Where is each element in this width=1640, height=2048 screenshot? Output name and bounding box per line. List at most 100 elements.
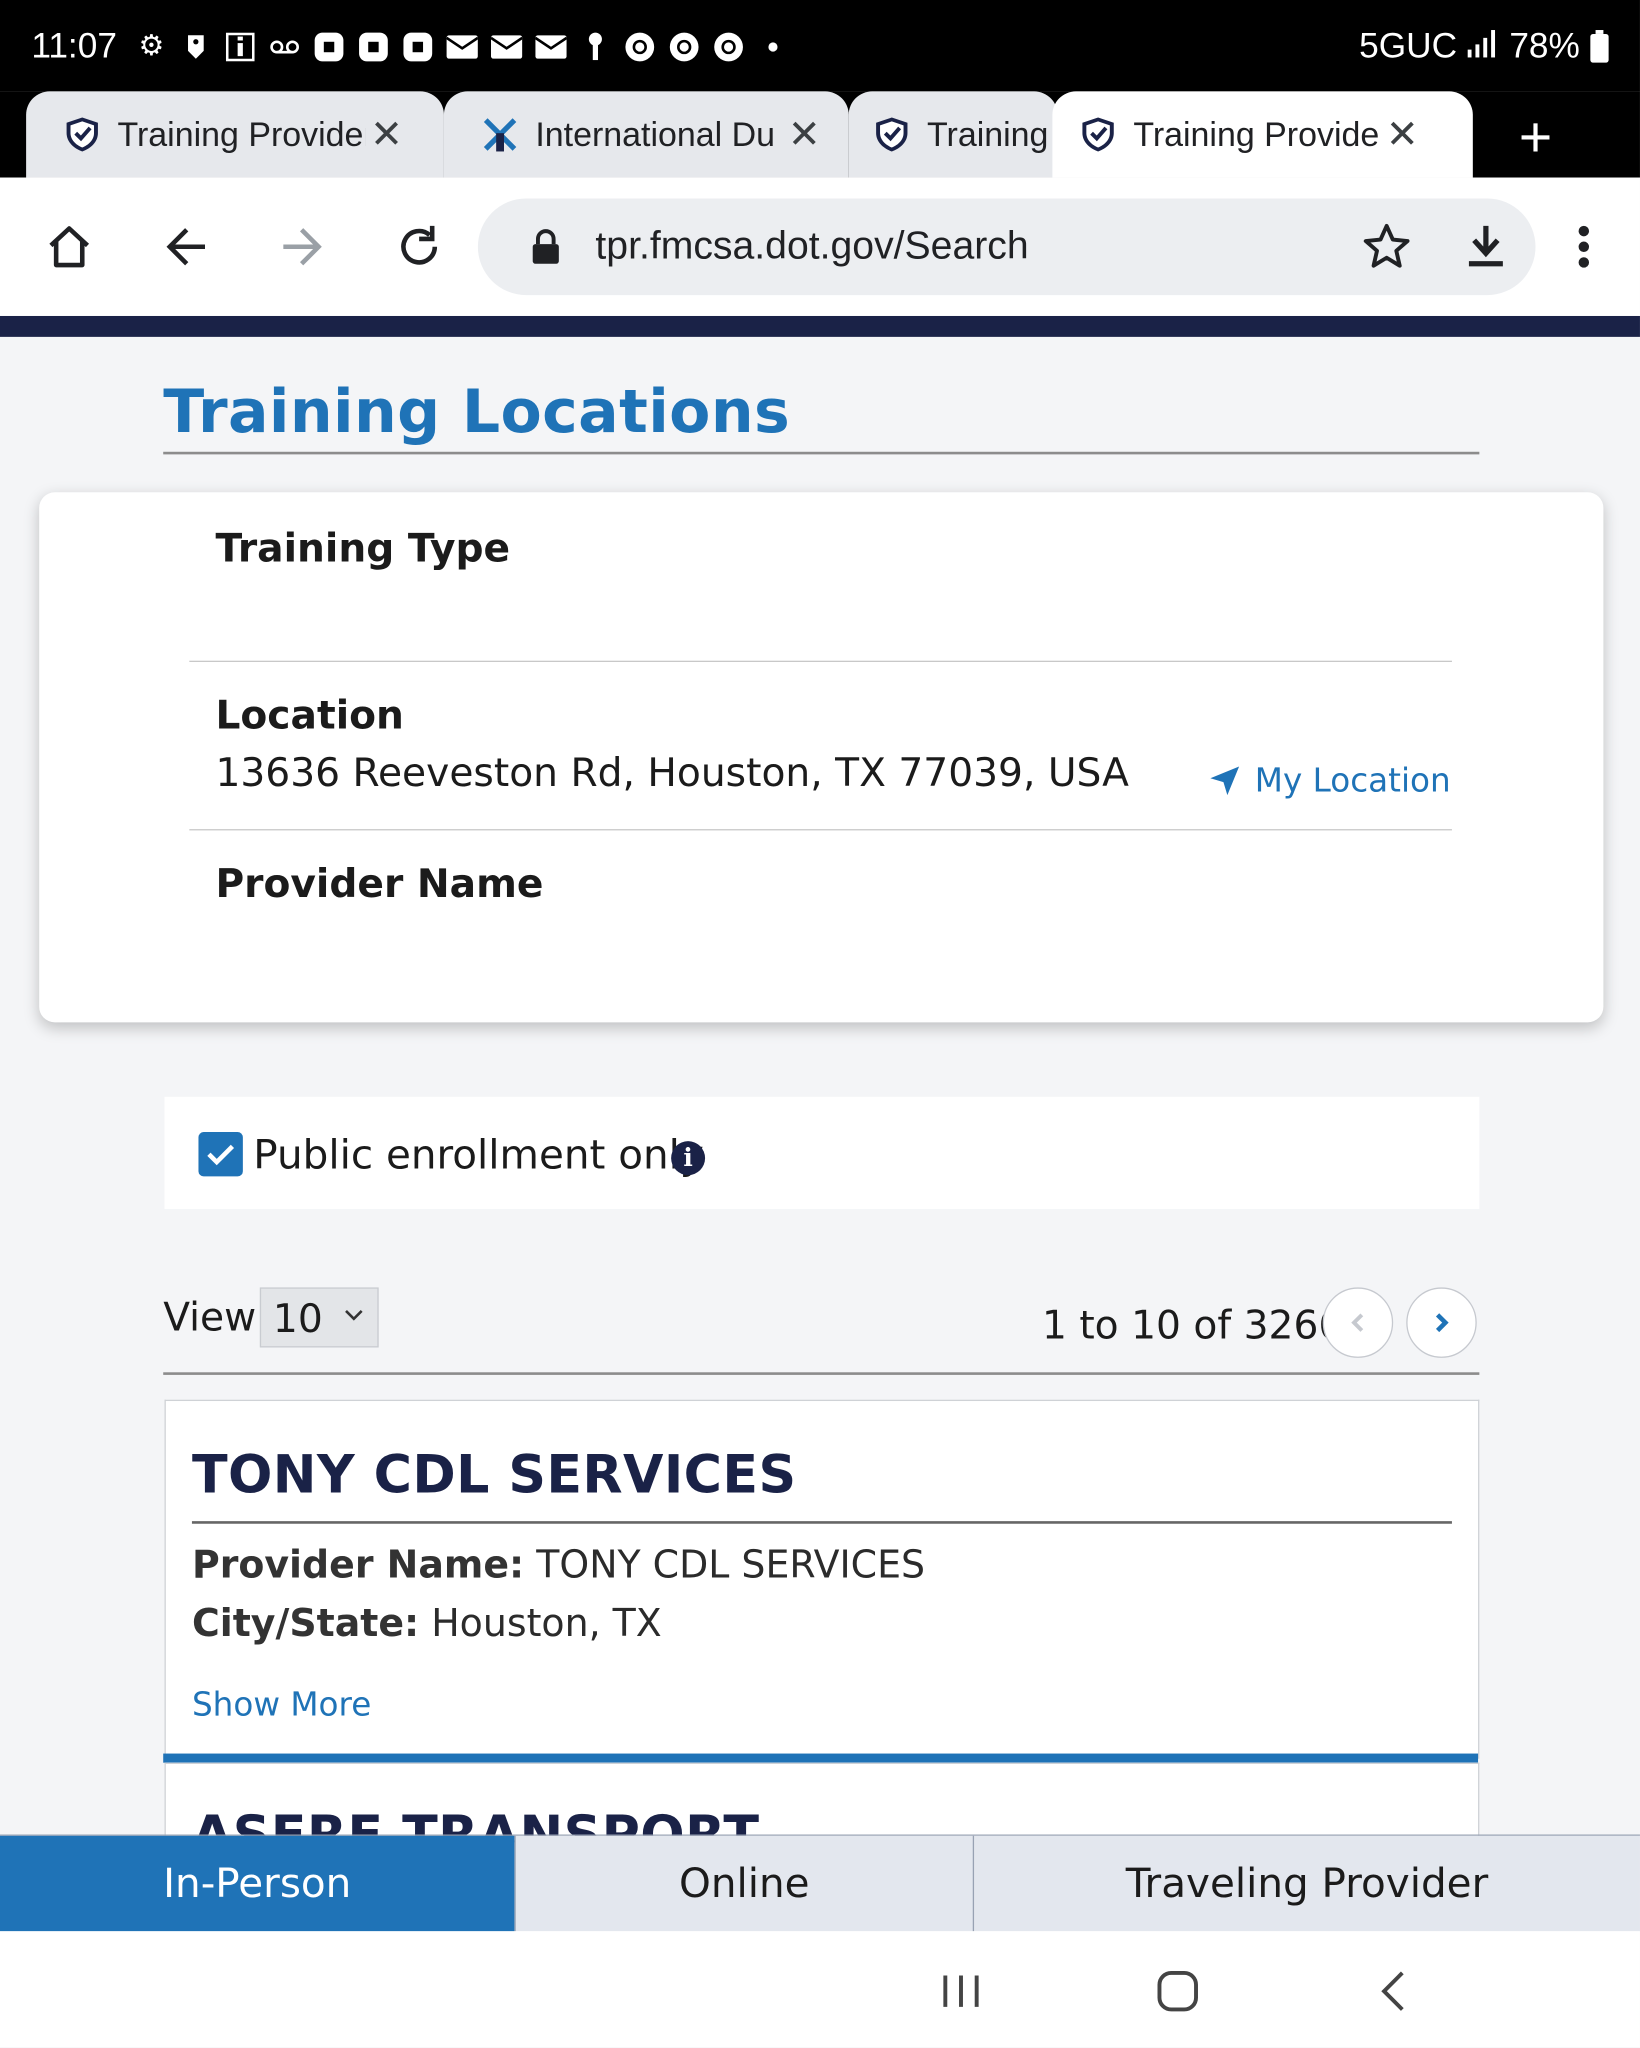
close-icon[interactable]: ✕ xyxy=(783,112,825,158)
shield-icon xyxy=(66,117,98,152)
arrow-left-icon xyxy=(166,228,205,266)
pin-icon xyxy=(580,31,611,62)
next-page-button[interactable] xyxy=(1406,1287,1477,1358)
result-accent-bar xyxy=(163,1753,1479,1763)
my-location-button[interactable]: My Location xyxy=(1208,761,1451,799)
browser-tab[interactable]: Training xyxy=(848,91,1058,178)
my-location-label: My Location xyxy=(1254,761,1451,800)
close-icon[interactable]: ✕ xyxy=(1381,112,1423,158)
info-box-icon xyxy=(225,31,256,62)
close-icon[interactable]: ✕ xyxy=(366,112,408,158)
browser-tab-strip: Training Provider ✕ International Du ✕ T… xyxy=(0,91,1640,178)
chevron-left-icon xyxy=(1351,1313,1364,1332)
home-nav-icon[interactable] xyxy=(1152,1965,1204,2017)
chrome-icon xyxy=(713,31,744,62)
location-label: Location xyxy=(215,693,404,740)
tab-online[interactable]: Online xyxy=(514,1835,973,1933)
results-range: 1 to 10 of 3266 xyxy=(1041,1303,1344,1349)
app-icon xyxy=(358,31,389,62)
chrome-icon xyxy=(624,31,655,62)
provider-name-value: TONY CDL SERVICES xyxy=(536,1542,926,1587)
back-button[interactable] xyxy=(157,217,217,277)
browser-tab[interactable]: Training Provider ✕ xyxy=(26,91,444,178)
url-text[interactable]: tpr.fmcsa.dot.gov/Search xyxy=(595,225,1028,269)
result-card: TONY CDL SERVICES Provider Name: TONY CD… xyxy=(164,1399,1480,1759)
previous-page-button[interactable] xyxy=(1322,1287,1394,1358)
show-more-link[interactable]: Show More xyxy=(192,1686,371,1724)
mail-icon xyxy=(490,31,523,62)
shield-icon xyxy=(876,117,908,152)
site-header-bar xyxy=(0,315,1640,337)
page-title: Training Locations xyxy=(163,376,791,447)
city-state-label: City/State: xyxy=(191,1600,420,1646)
browser-toolbar: tpr.fmcsa.dot.gov/Search xyxy=(0,177,1640,316)
more-vert-icon xyxy=(1578,225,1590,268)
arrow-right-icon xyxy=(283,228,322,266)
divider xyxy=(189,829,1452,831)
provider-name-line: Provider Name: TONY CDL SERVICES xyxy=(192,1542,925,1586)
home-icon xyxy=(49,226,90,268)
city-state-line: City/State: Houston, TX xyxy=(192,1601,662,1645)
reload-icon xyxy=(401,225,438,265)
public-enrollment-checkbox[interactable] xyxy=(198,1132,243,1177)
status-time: 11:07 xyxy=(31,26,117,66)
info-icon[interactable]: i xyxy=(671,1141,706,1176)
tab-title: Training xyxy=(927,114,1048,154)
recent-apps-icon[interactable] xyxy=(935,1965,987,2017)
chevron-down-icon xyxy=(345,1309,363,1321)
tab-title: Training Provider xyxy=(1133,114,1382,154)
mail-icon xyxy=(446,31,478,62)
tab-title: International Du xyxy=(535,114,776,154)
dot-icon xyxy=(757,31,788,62)
browser-tab-active[interactable]: Training Provider ✕ xyxy=(1052,91,1473,178)
result-title: TONY CDL SERVICES xyxy=(191,1445,797,1506)
divider xyxy=(191,1521,1452,1524)
divider xyxy=(189,660,1452,662)
home-button[interactable] xyxy=(39,217,99,277)
page-size-value: 10 xyxy=(272,1296,323,1343)
forward-button[interactable] xyxy=(272,217,332,277)
status-bar: 11:07 ⚙ 5GUC 78% xyxy=(0,0,1640,92)
tab-title: Training Provider xyxy=(117,114,366,154)
network-type: 5GUC xyxy=(1359,26,1458,66)
address-bar[interactable]: tpr.fmcsa.dot.gov/Search xyxy=(477,198,1536,296)
title-divider xyxy=(163,451,1480,455)
city-state-value: Houston, TX xyxy=(431,1600,662,1646)
mode-tabs: In-Person Online Traveling Provider xyxy=(0,1834,1640,1933)
chrome-icon xyxy=(669,31,700,62)
search-filters-card: Training Type Location 13636 Reeveston R… xyxy=(39,492,1604,1023)
public-enrollment-filter: Public enrollment only i xyxy=(164,1096,1480,1210)
tab-in-person[interactable]: In-Person xyxy=(0,1835,515,1933)
shield-icon xyxy=(1082,117,1114,152)
battery-icon xyxy=(1590,29,1609,63)
chevron-right-icon xyxy=(1435,1313,1449,1333)
training-type-field[interactable]: Training Type xyxy=(215,526,510,572)
lock-icon xyxy=(532,229,559,264)
back-nav-icon[interactable] xyxy=(1368,1965,1420,2017)
battery-percent: 78% xyxy=(1509,26,1580,66)
download-icon[interactable] xyxy=(1460,221,1512,273)
provider-name-label: Provider Name: xyxy=(191,1542,525,1587)
public-enrollment-label[interactable]: Public enrollment only xyxy=(253,1132,704,1179)
tag-icon xyxy=(180,31,211,62)
result-card: ASERE TRANSPORT xyxy=(164,1762,1480,1843)
status-right: 5GUC 78% xyxy=(1359,26,1609,66)
new-tab-button[interactable]: + xyxy=(1509,109,1561,167)
view-label: View xyxy=(163,1295,257,1341)
gear-icon: ⚙ xyxy=(138,30,165,63)
page-size-select[interactable]: 10 xyxy=(259,1287,379,1348)
notification-icons: ⚙ xyxy=(136,31,789,62)
signal-icon xyxy=(1467,26,1499,66)
app-icon xyxy=(313,31,344,62)
voicemail-icon xyxy=(269,31,300,62)
location-input[interactable]: 13636 Reeveston Rd, Houston, TX 77039, U… xyxy=(215,751,1128,797)
browser-tab[interactable]: International Du ✕ xyxy=(443,91,849,178)
menu-button[interactable] xyxy=(1554,217,1614,277)
reload-button[interactable] xyxy=(389,217,449,277)
provider-name-field[interactable]: Provider Name xyxy=(215,862,543,908)
results-divider xyxy=(163,1372,1480,1375)
star-icon[interactable] xyxy=(1361,221,1413,273)
tab-traveling-provider[interactable]: Traveling Provider xyxy=(972,1835,1640,1933)
check-icon xyxy=(207,1144,235,1166)
app-icon xyxy=(402,31,433,62)
